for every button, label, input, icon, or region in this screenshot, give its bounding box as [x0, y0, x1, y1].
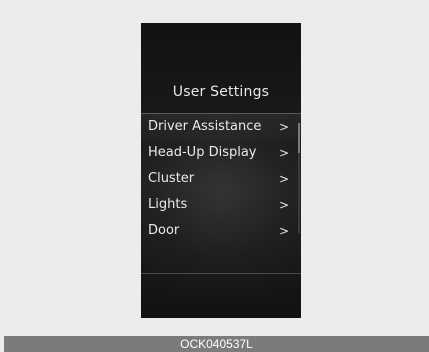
menu-item-cluster[interactable]: Cluster > — [141, 166, 301, 192]
menu-scrollbar[interactable] — [298, 123, 300, 233]
settings-menu: Driver Assistance > Head-Up Display > Cl… — [141, 113, 301, 244]
chevron-right-icon: > — [278, 198, 289, 212]
screen-title: User Settings — [172, 84, 270, 100]
menu-item-label: Driver Assistance — [148, 119, 262, 134]
bottom-divider — [141, 273, 301, 274]
chevron-right-icon: > — [278, 172, 289, 186]
menu-item-label: Cluster — [148, 171, 195, 186]
menu-item-door[interactable]: Door > — [141, 218, 301, 244]
chevron-right-icon: > — [278, 120, 289, 134]
menu-item-label: Head-Up Display — [148, 145, 257, 160]
chevron-right-icon: > — [278, 224, 289, 238]
menu-item-lights[interactable]: Lights > — [141, 192, 301, 218]
menu-item-head-up-display[interactable]: Head-Up Display > — [141, 140, 301, 166]
page: User Settings Driver Assistance > Head-U… — [0, 0, 429, 352]
scrollbar-thumb[interactable] — [298, 123, 300, 153]
figure-code-bar: OCK040537L — [4, 336, 429, 352]
menu-item-label: Door — [148, 223, 180, 238]
cluster-display: User Settings Driver Assistance > Head-U… — [141, 23, 301, 318]
figure-code: OCK040537L — [180, 337, 253, 351]
chevron-right-icon: > — [278, 146, 289, 160]
menu-item-driver-assistance[interactable]: Driver Assistance > — [141, 113, 301, 140]
menu-item-label: Lights — [148, 197, 188, 212]
